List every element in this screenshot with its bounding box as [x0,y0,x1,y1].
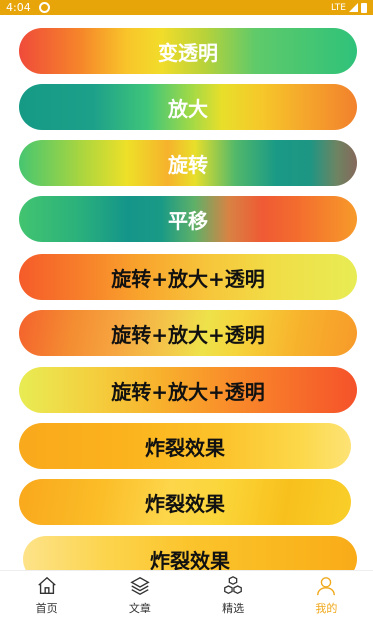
nav-label-profile: 我的 [315,602,338,615]
translate-button[interactable]: 平移 [19,196,357,242]
battery-icon [361,2,367,13]
signal-icon [349,3,358,12]
status-bar: 4:04 LTE [0,0,373,15]
nav-item-profile[interactable]: 我的 [280,571,373,620]
button-label: 炸裂效果 [145,491,225,516]
button-label: 炸裂效果 [150,548,230,571]
button-label: 炸裂效果 [145,435,225,460]
status-time: 4:04 [6,1,31,14]
button-label: 变透明 [158,40,218,65]
button-label: 放大 [168,96,208,121]
combined-animation-button-3[interactable]: 旋转+放大+透明 [19,367,357,413]
fade-button[interactable]: 变透明 [19,28,357,74]
nav-label-featured: 精选 [222,602,245,615]
bottom-navigation: 首页 文章 精选 我的 [0,570,373,620]
button-label: 平移 [168,208,208,233]
combined-animation-button-2[interactable]: 旋转+放大+透明 [19,310,357,356]
button-label: 旋转+放大+透明 [111,322,265,347]
nav-label-articles: 文章 [128,602,151,615]
user-icon [317,577,336,596]
button-label: 旋转+放大+透明 [111,266,265,291]
rotate-button[interactable]: 旋转 [19,140,357,186]
explode-effect-button-1[interactable]: 炸裂效果 [19,423,351,469]
layers-icon [130,576,150,596]
explode-effect-button-2[interactable]: 炸裂效果 [19,479,351,525]
explode-effect-button-3[interactable]: 炸裂效果 [23,536,357,570]
animation-button-list: 变透明 放大 旋转 平移 旋转+放大+透明 旋转+放大+透明 旋转+放大+透明 … [0,15,373,570]
nav-label-home: 首页 [35,602,58,615]
home-icon [37,576,56,595]
nav-item-featured[interactable]: 精选 [187,571,280,620]
combined-animation-button-1[interactable]: 旋转+放大+透明 [19,254,357,300]
network-type: LTE [331,2,346,13]
nav-item-home[interactable]: 首页 [0,571,93,620]
nav-item-articles[interactable]: 文章 [93,571,186,620]
scale-button[interactable]: 放大 [19,84,357,130]
app-notification-icon [38,2,50,13]
button-label: 旋转+放大+透明 [111,379,265,404]
status-indicators: LTE [331,2,367,13]
cubes-icon [224,576,243,595]
button-label: 旋转 [168,152,208,177]
